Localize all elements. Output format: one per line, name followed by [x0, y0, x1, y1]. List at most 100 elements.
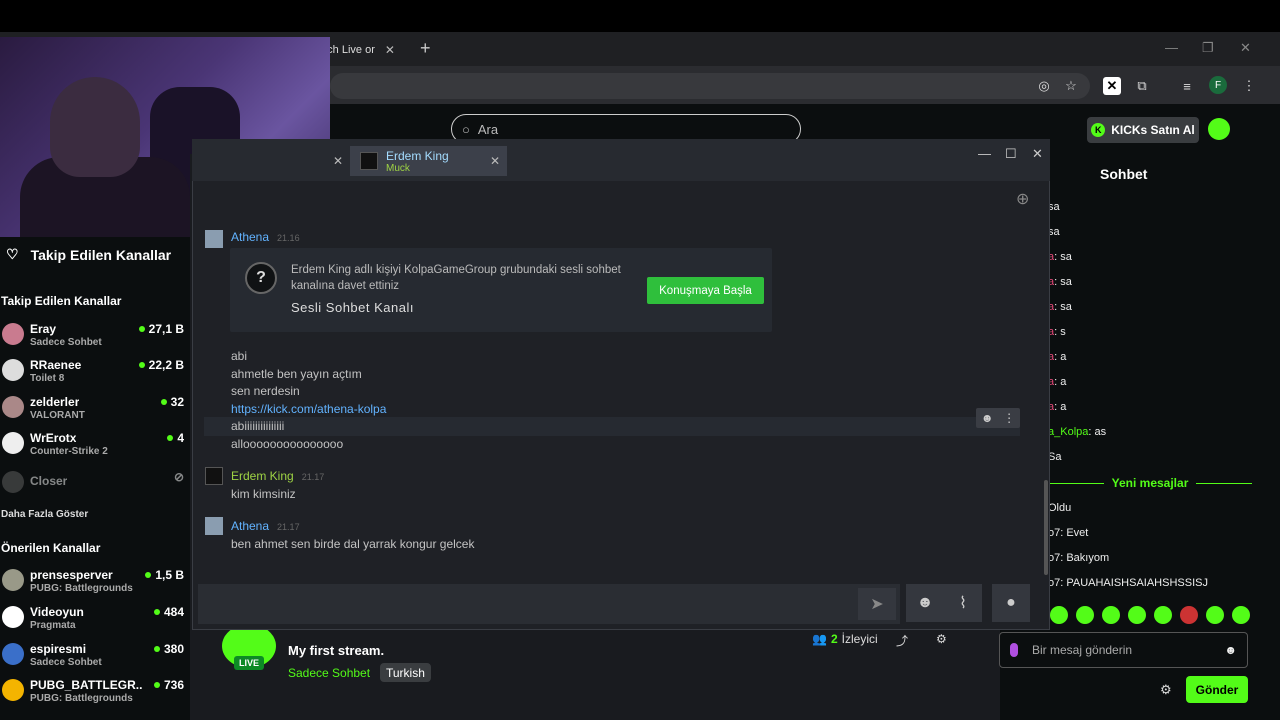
new-messages-divider[interactable]: Yeni mesajlar	[1048, 476, 1252, 490]
maximize-button[interactable]: ❐	[1202, 40, 1214, 56]
browser-tab[interactable]: atch Live or ✕	[318, 34, 410, 66]
attachment-icon[interactable]: ⌇	[944, 584, 982, 622]
question-icon: ?	[245, 262, 277, 294]
steam-titlebar[interactable]	[192, 139, 1050, 181]
close-icon[interactable]: ✕	[385, 43, 395, 57]
steam-chat-tab[interactable]: Erdem King Muck	[350, 146, 507, 176]
stream-category[interactable]: Sadece Sohbet	[288, 666, 370, 680]
chat-message: o7: Evet	[1048, 527, 1089, 539]
profile-avatar[interactable]: F	[1209, 76, 1227, 94]
message-link[interactable]: https://kick.com/athena-kolpa	[231, 402, 386, 416]
viewer-count: 22,2 B	[138, 358, 184, 372]
offline-icon: ⊘	[173, 470, 184, 484]
friend-game: Muck	[386, 162, 410, 174]
heart-icon: ♡	[6, 246, 19, 262]
emoji-icon[interactable]: ☻	[1224, 643, 1237, 657]
friend-name: Erdem King	[386, 148, 449, 163]
emote-icon[interactable]	[1076, 606, 1094, 624]
start-talking-button[interactable]: Konuşmaya Başla	[647, 277, 764, 304]
emote-icon[interactable]	[1232, 606, 1250, 624]
reading-list-icon[interactable]: ≡	[1178, 77, 1196, 95]
minimize-button[interactable]: —	[1165, 40, 1178, 55]
avatar	[2, 606, 24, 628]
extension-x-icon[interactable]: ✕	[1103, 77, 1121, 95]
sidebar-item-zelderler[interactable]: zelderler VALORANT 32	[0, 393, 190, 429]
message-line: kim kimsiniz	[231, 487, 296, 501]
add-friend-icon[interactable]: ⊕	[1016, 189, 1029, 209]
maximize-button[interactable]: ☐	[1005, 146, 1017, 162]
sidebar-item-closer[interactable]: Closer ⊘	[0, 468, 190, 504]
live-badge: LIVE	[234, 656, 264, 670]
microphone-icon[interactable]: ●	[992, 584, 1030, 622]
more-icon[interactable]: ⋮	[1003, 411, 1015, 425]
emote-icon[interactable]	[1154, 606, 1172, 624]
scrollbar[interactable]	[1044, 480, 1048, 575]
window-close-button[interactable]: ✕	[1032, 146, 1043, 162]
channel-name: WrErotx	[30, 431, 77, 445]
viewer-count: 484	[153, 605, 184, 619]
emoji-icon[interactable]: ☻	[981, 411, 994, 425]
sidebar-item-wrerotx[interactable]: WrErotx Counter-Strike 2 4	[0, 429, 190, 465]
new-tab-button[interactable]: +	[420, 38, 431, 59]
emote-icon[interactable]	[1050, 606, 1068, 624]
sidebar-item-espiresmi[interactable]: espiresmi Sadece Sohbet 380	[0, 640, 190, 676]
viewer-count: 👥 2 İzleyici	[812, 632, 878, 646]
share-icon[interactable]: ⤴	[896, 632, 908, 649]
viewer-count-value: 32	[170, 395, 184, 409]
minimize-button[interactable]: —	[978, 146, 991, 161]
sidebar-item-videoyun[interactable]: Videoyun Pragmata 484	[0, 603, 190, 639]
gear-icon[interactable]: ⚙	[1160, 682, 1172, 698]
viewer-count-value: 736	[163, 678, 184, 692]
send-icon[interactable]: ➤	[858, 588, 896, 620]
message-actions: ☻ ⋮	[976, 408, 1020, 428]
emote-icon[interactable]	[1180, 606, 1198, 624]
live-dot-icon	[160, 399, 167, 405]
channel-name: PUBG_BATTLEGR...	[30, 678, 142, 692]
sidebar-item-rraenee[interactable]: RRaenee Toilet 8 22,2 B	[0, 356, 190, 392]
live-dot-icon	[153, 609, 160, 615]
search-placeholder: Ara	[477, 121, 499, 137]
chat-message: Oldu	[1048, 502, 1072, 514]
star-icon[interactable]: ☆	[1062, 77, 1080, 95]
user-settings-icon[interactable]: ⚙	[936, 632, 947, 646]
buy-kicks-button[interactable]: K KICKs Satın Al	[1087, 117, 1199, 143]
close-icon[interactable]: ✕	[490, 154, 500, 168]
screen-top	[0, 0, 1280, 32]
sidebar-header[interactable]: ♡ Takip Edilen Kanallar	[6, 246, 171, 263]
hovered-message	[204, 417, 1020, 436]
window-close-button[interactable]: ✕	[1240, 40, 1251, 56]
menu-icon[interactable]: ⋮	[1240, 77, 1258, 95]
close-icon[interactable]: ✕	[333, 154, 343, 168]
emote-icon[interactable]	[1128, 606, 1146, 624]
kicks-icon: K	[1091, 123, 1106, 137]
message-line: sen nerdesin	[231, 384, 300, 398]
sidebar-item-eray[interactable]: Eray Sadece Sohbet 27,1 B	[0, 320, 190, 356]
stream-title: My first stream.	[288, 643, 385, 658]
emote-icon[interactable]	[1206, 606, 1224, 624]
message-author: Erdem King 21.17	[231, 469, 325, 483]
viewer-count-value: 4	[177, 431, 184, 445]
emote-icon[interactable]	[1102, 606, 1120, 624]
chat-message: a: a	[1048, 351, 1067, 363]
chat-message: a_Kolpa: as	[1048, 426, 1107, 438]
emoji-icon[interactable]: ☻	[906, 584, 944, 622]
puzzle-icon[interactable]: ⧉	[1133, 77, 1151, 95]
chat-input[interactable]: Bir mesaj gönderin ☻	[999, 632, 1248, 668]
address-bar[interactable]	[330, 73, 1090, 99]
message-input[interactable]	[198, 584, 900, 624]
person-head	[50, 77, 140, 177]
user-avatar[interactable]	[1208, 118, 1230, 140]
sidebar-item-pubg-battlegrounds[interactable]: PUBG_BATTLEGR... PUBG: Battlegrounds 736	[0, 676, 190, 712]
avatar	[205, 467, 223, 485]
eye-off-icon[interactable]: ◎	[1035, 77, 1053, 95]
language-tag[interactable]: Turkish	[380, 663, 431, 682]
channel-category: Pragmata	[30, 620, 76, 631]
show-more-link[interactable]: Daha Fazla Göster	[1, 509, 88, 520]
chat-message: a: sa	[1048, 276, 1072, 288]
viewer-count: 1,5 B	[145, 568, 184, 582]
sidebar-item-prensesperver[interactable]: prensesperver PUBG: Battlegrounds 1,5 B	[0, 566, 190, 602]
channel-name: prensesperver	[30, 568, 113, 582]
buy-kicks-label: KICKs Satın Al	[1111, 123, 1195, 137]
microphone-icon[interactable]	[1010, 643, 1018, 657]
send-button[interactable]: Gönder	[1186, 676, 1248, 703]
